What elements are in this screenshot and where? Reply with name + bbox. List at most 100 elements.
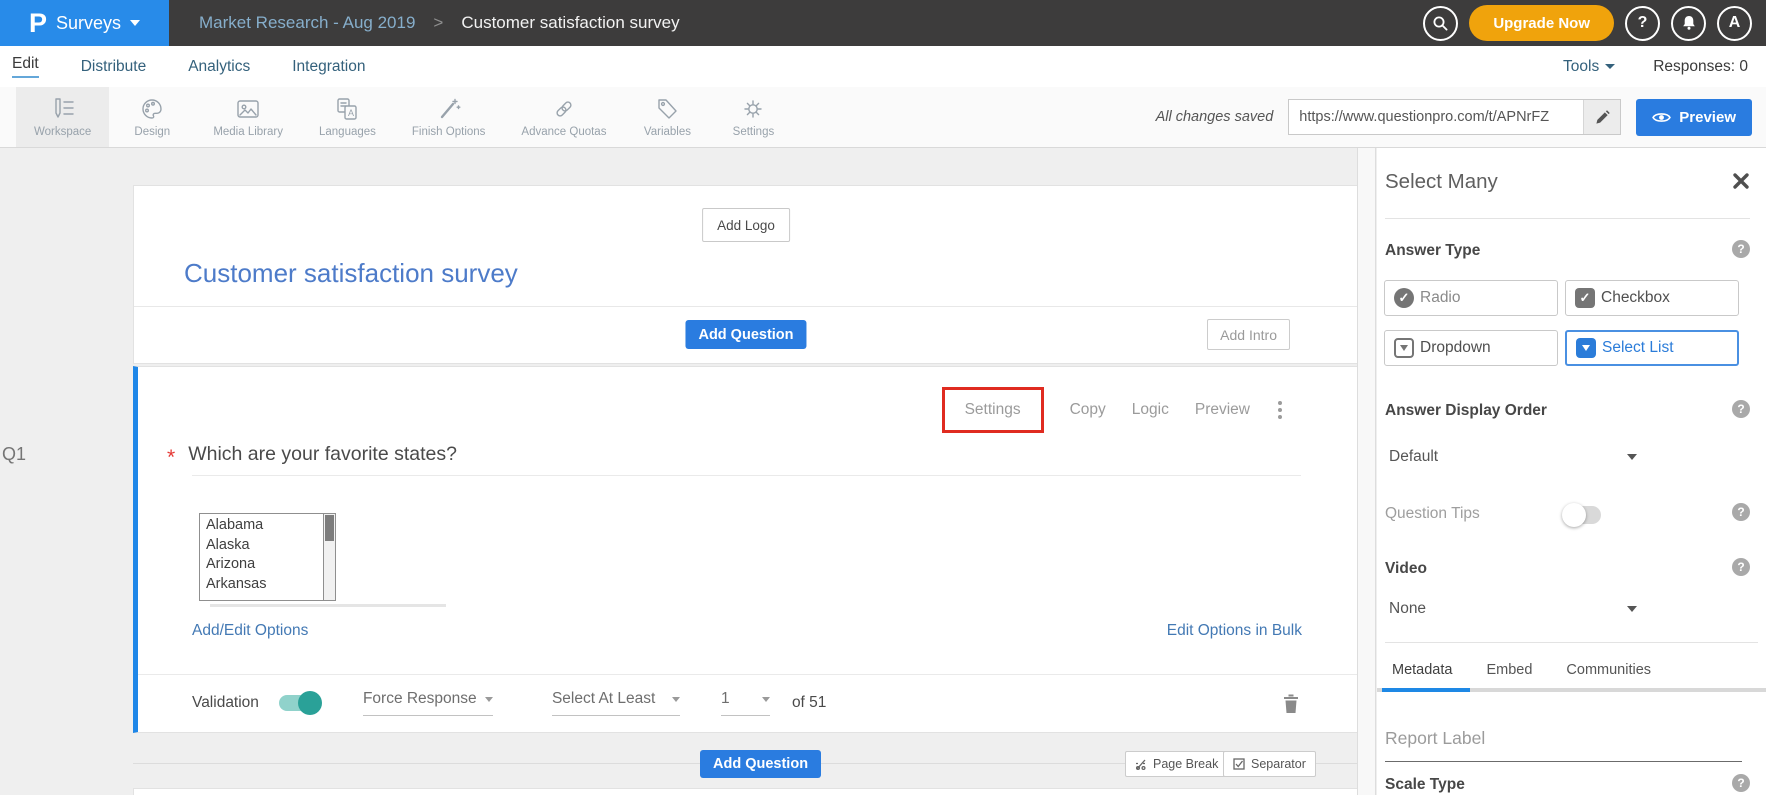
main-scrollbar[interactable] (1357, 148, 1376, 795)
tab-integration[interactable]: Integration (292, 58, 365, 76)
toolbar-item-advance-quotas[interactable]: Advance Quotas (503, 87, 624, 147)
question-tips-help-icon[interactable]: ? (1732, 503, 1750, 521)
chevron-down-icon (130, 20, 140, 26)
answer-type-select-list[interactable]: Select List (1565, 330, 1739, 366)
search-icon (1432, 15, 1449, 32)
help-button[interactable]: ? (1625, 6, 1660, 41)
search-button[interactable] (1423, 6, 1458, 41)
breadcrumb-folder[interactable]: Market Research - Aug 2019 (199, 13, 415, 33)
answer-option[interactable]: Alabama (206, 516, 323, 536)
answer-type-option-label: Radio (1420, 289, 1461, 307)
validation-count-value: 1 (721, 690, 730, 708)
scale-type-help-icon[interactable]: ? (1732, 774, 1750, 792)
answer-area-underline (210, 604, 446, 607)
separator-button[interactable]: Separator (1223, 751, 1316, 777)
video-dropdown[interactable]: None (1389, 600, 1637, 618)
answer-type-label: Answer Type (1385, 242, 1480, 260)
tab-metadata[interactable]: Metadata (1392, 662, 1452, 678)
top-bar-actions: Upgrade Now ? A (1423, 5, 1766, 41)
video-label: Video (1385, 560, 1427, 578)
validation-rule-dropdown[interactable]: Select At Least (552, 690, 680, 716)
toolbar-item-label: Settings (733, 126, 775, 138)
video-help-icon[interactable]: ? (1732, 558, 1750, 576)
survey-title[interactable]: Customer satisfaction survey (184, 258, 518, 289)
question-tips-label: Question Tips (1385, 505, 1480, 523)
tools-menu[interactable]: Tools (1563, 58, 1615, 76)
add-question-button-top[interactable]: Add Question (685, 320, 806, 349)
answer-type-checkbox[interactable]: ✓ Checkbox (1565, 280, 1739, 316)
tab-distribute[interactable]: Distribute (81, 58, 146, 76)
page-break-icon (1135, 758, 1147, 771)
upgrade-now-label: Upgrade Now (1493, 15, 1590, 32)
question-preview-button[interactable]: Preview (1195, 401, 1250, 419)
toolbar-item-languages[interactable]: A Languages (301, 87, 394, 147)
question-tips-toggle[interactable] (1563, 506, 1601, 524)
answer-option[interactable]: Arkansas (206, 575, 323, 595)
more-options-icon[interactable] (1276, 399, 1284, 421)
edit-options-bulk-link[interactable]: Edit Options in Bulk (1167, 622, 1302, 640)
tab-analytics[interactable]: Analytics (188, 58, 250, 76)
answer-type-grid: ✓ Radio ✓ Checkbox Dropdown Select List (1384, 280, 1739, 366)
add-edit-options-link[interactable]: Add/Edit Options (192, 622, 308, 640)
toolbar-item-finish-options[interactable]: Finish Options (394, 87, 504, 147)
workspace-icon (50, 97, 76, 121)
answer-type-dropdown[interactable]: Dropdown (1384, 330, 1558, 366)
answer-option[interactable]: Alaska (206, 536, 323, 556)
scale-type-label: Scale Type (1385, 776, 1465, 794)
question-copy-button[interactable]: Copy (1070, 401, 1106, 419)
upgrade-now-button[interactable]: Upgrade Now (1469, 5, 1614, 41)
surveys-menu[interactable]: P Surveys (0, 0, 169, 46)
tab-embed[interactable]: Embed (1486, 662, 1532, 678)
question-logic-button[interactable]: Logic (1132, 401, 1169, 419)
answer-display-order-dropdown[interactable]: Default (1389, 448, 1637, 466)
next-section-card (133, 788, 1359, 795)
add-logo-button[interactable]: Add Logo (702, 208, 790, 242)
radio-check-icon: ✓ (1394, 288, 1414, 308)
separator-label: Separator (1251, 757, 1306, 771)
answer-type-option-label: Select List (1602, 339, 1674, 357)
toggle-knob (298, 691, 322, 715)
tab-edit[interactable]: Edit (12, 55, 39, 78)
answer-display-order-help-icon[interactable]: ? (1732, 400, 1750, 418)
survey-url-input[interactable] (1289, 109, 1583, 125)
validation-toggle[interactable] (279, 695, 319, 711)
select-list-icon (1576, 338, 1596, 358)
preview-button[interactable]: Preview (1636, 99, 1752, 136)
list-scrollbar[interactable] (323, 514, 335, 600)
answer-type-help-icon[interactable]: ? (1732, 240, 1750, 258)
palette-icon (140, 97, 164, 121)
toolbar-item-media-library[interactable]: Media Library (195, 87, 301, 147)
avatar[interactable]: A (1717, 6, 1752, 41)
tab-communities[interactable]: Communities (1566, 662, 1651, 678)
active-tab-underline (1382, 688, 1470, 692)
nav-right: Tools Responses: 0 (1563, 58, 1766, 76)
svg-text:A: A (348, 108, 354, 118)
question-actions: Settings Copy Logic Preview (942, 387, 1284, 433)
delete-question-button[interactable] (1283, 693, 1299, 714)
toolbar-item-settings[interactable]: Settings (710, 87, 796, 147)
toolbar-item-label: Design (134, 126, 170, 138)
toolbar-item-design[interactable]: Design (109, 87, 195, 147)
notifications-button[interactable] (1671, 6, 1706, 41)
report-label-input[interactable] (1385, 724, 1742, 762)
list-scrollbar-thumb[interactable] (325, 515, 334, 541)
add-question-button-bottom[interactable]: Add Question (700, 750, 821, 778)
toolbar-item-workspace[interactable]: Workspace (16, 87, 109, 147)
answer-option[interactable]: Arizona (206, 555, 323, 575)
question-settings-button[interactable]: Settings (965, 401, 1021, 418)
answer-select-list[interactable]: Alabama Alaska Arizona Arkansas (199, 513, 336, 601)
page-break-button[interactable]: Page Break (1125, 751, 1228, 777)
close-sidebar-button[interactable] (1732, 172, 1750, 190)
edit-url-button[interactable] (1583, 100, 1620, 134)
toggle-knob (1562, 503, 1586, 527)
force-response-dropdown[interactable]: Force Response (363, 690, 493, 716)
chevron-down-icon (485, 697, 493, 702)
question-text[interactable]: Which are your favorite states? (188, 443, 457, 466)
editor-toolbar: Workspace Design Media Library A Languag… (0, 87, 1766, 148)
answer-type-radio[interactable]: ✓ Radio (1384, 280, 1558, 316)
questionpro-logo-icon: P (29, 10, 47, 37)
toolbar-item-variables[interactable]: Variables (624, 87, 710, 147)
add-intro-button[interactable]: Add Intro (1207, 319, 1290, 350)
validation-count-dropdown[interactable]: 1 (721, 690, 770, 716)
avatar-initial: A (1729, 14, 1741, 32)
